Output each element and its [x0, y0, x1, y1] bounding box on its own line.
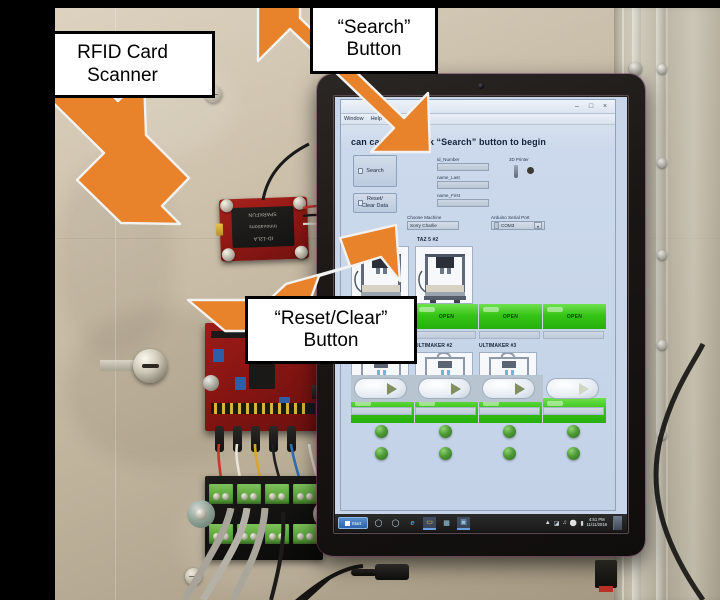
callout-search-line2: Button — [346, 39, 402, 60]
blue-component — [213, 349, 224, 362]
mounting-screw — [221, 248, 236, 262]
rfid-card-scanner-board[interactable]: SPARKFUN Innovations ID-12LA — [215, 196, 310, 262]
panel-screw — [657, 64, 667, 74]
callout-search-button: “Search” Button — [310, 4, 438, 74]
pin-header — [211, 403, 315, 414]
rfid-module: SPARKFUN Innovations ID-12LA — [231, 205, 295, 249]
callout-reset-line1: “Reset/Clear” — [274, 307, 388, 329]
tablet-camera — [478, 83, 484, 89]
screenshot-root: SPARKFUN Innovations ID-12LA uC32 — [0, 0, 720, 600]
electrolytic-capacitor — [203, 375, 219, 391]
panel-screw — [657, 250, 667, 260]
terminal-block — [237, 484, 261, 504]
callout-rfid-line1: RFID Card — [77, 42, 168, 64]
callout-rfid-line2: Scanner — [87, 64, 158, 86]
usb-plug — [595, 560, 617, 592]
connector-cap — [215, 223, 224, 236]
rfid-top-wire — [261, 142, 310, 201]
callout-search-line1: “Search” — [337, 16, 411, 38]
panel-screw — [657, 158, 667, 168]
image-frame-left — [0, 0, 55, 600]
callout-reset-line2: Button — [303, 330, 359, 351]
terminal-block — [293, 484, 317, 504]
mcu-chip — [249, 363, 275, 389]
callout-reset-clear-button: “Reset/Clear” Button — [245, 296, 417, 364]
rfid-silk-line3: SPARKFUN — [248, 210, 277, 218]
rfid-silk-line1: ID-12LA — [253, 234, 274, 242]
terminal-block — [209, 484, 233, 504]
cam-lock[interactable] — [133, 349, 167, 383]
blue-component — [235, 377, 246, 390]
rfid-silk-line2: Innovations — [248, 222, 277, 230]
callout-rfid-card-scanner: RFID Card Scanner — [30, 31, 215, 98]
panel-screw — [629, 62, 642, 75]
terminal-block — [265, 484, 289, 504]
dc-power-plug — [351, 564, 409, 580]
image-frame-top — [0, 0, 720, 8]
